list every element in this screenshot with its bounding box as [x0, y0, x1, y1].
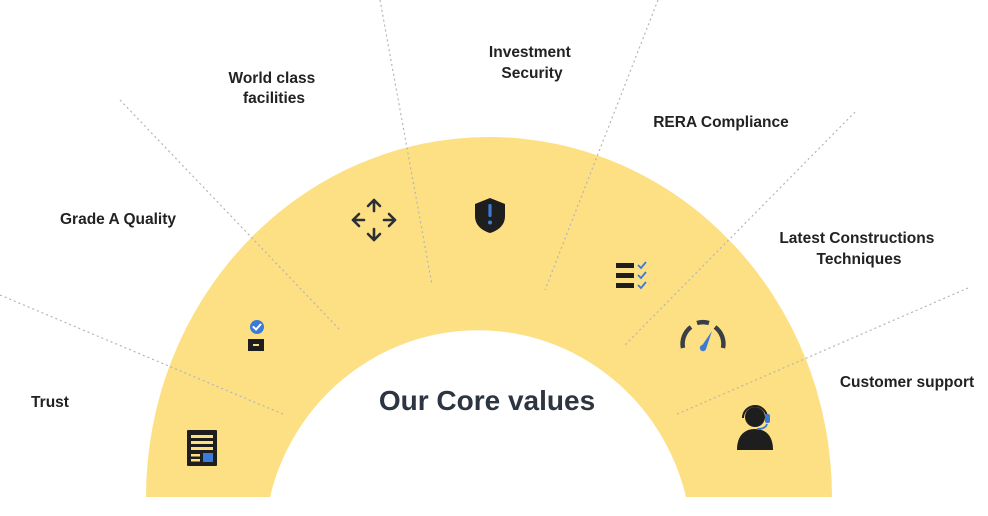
values-arc-band	[146, 137, 832, 497]
label-world-class-facilities: World class facilities	[228, 70, 319, 107]
document-icon	[187, 430, 217, 466]
core-values-diagram: Our Core values Trust Grade A Quality Wo…	[0, 0, 974, 497]
label-rera-compliance: RERA Compliance	[653, 114, 789, 131]
diagram-title: Our Core values	[379, 385, 595, 416]
label-customer-support: Customer support	[840, 374, 974, 391]
label-investment-security: Investment Security	[489, 44, 575, 82]
label-latest-construction-techniques: Latest Constructions Techniques	[779, 230, 938, 268]
label-grade-a-quality: Grade A Quality	[60, 211, 176, 228]
label-trust: Trust	[31, 394, 69, 411]
